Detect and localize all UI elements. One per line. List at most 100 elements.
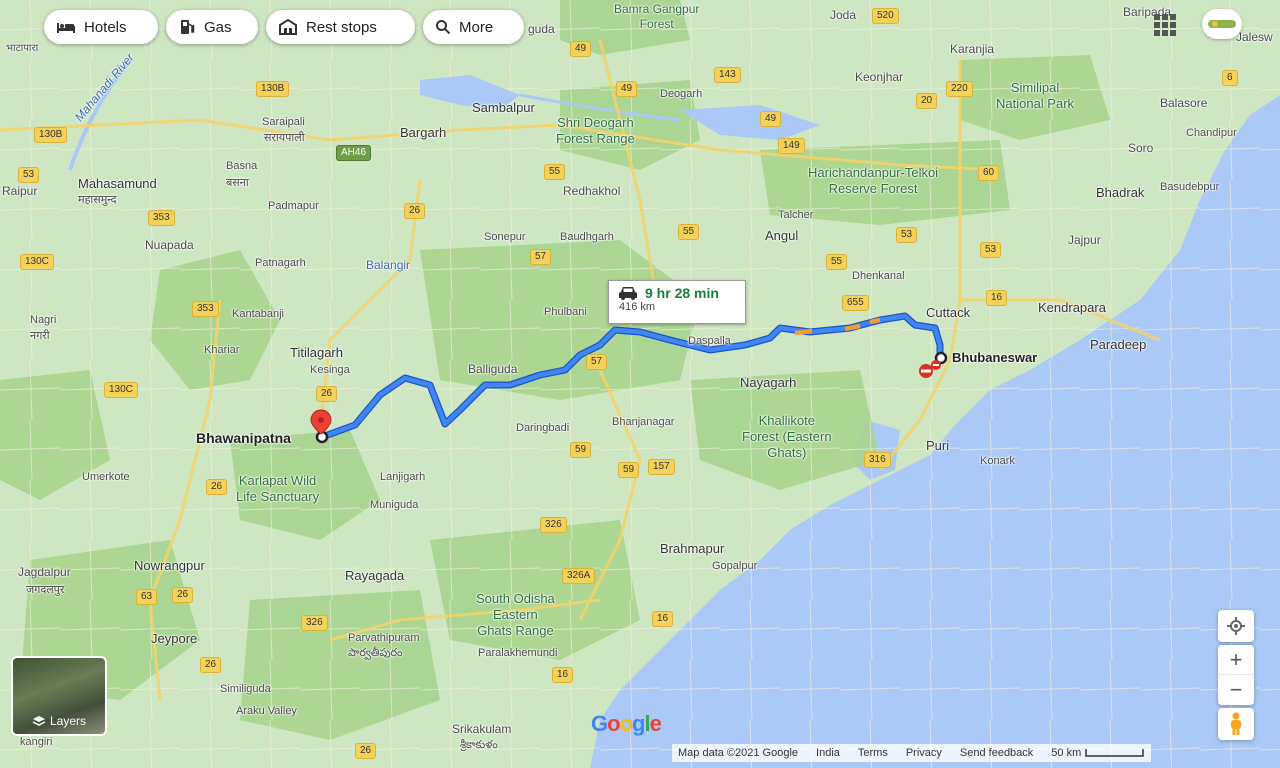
place-label: Nagri [30,314,57,326]
map-data-credit: Map data ©2021 Google [678,747,799,759]
road-shield: 49 [760,111,782,127]
place-label: Mahasamund [78,176,157,191]
place-label: महासमुन्द [78,194,117,206]
route-info-card[interactable]: 9 hr 28 min 416 km [608,280,746,324]
my-location-button[interactable] [1218,610,1254,642]
place-label: Sonepur [484,231,526,243]
road-shield: 53 [18,167,40,183]
place-label: Paradeep [1090,337,1147,352]
place-label: Sambalpur [472,100,535,115]
logo-letter: G [591,711,608,736]
google-logo: Google [591,711,662,737]
road-shield: 57 [530,249,552,265]
place-label: Kendrapara [1038,300,1106,315]
park-label: Similipal National Park [996,80,1075,111]
place-label: सरायपाली [264,132,305,144]
place-label: Puri [926,438,950,453]
place-label: Patnagarh [255,257,306,269]
account-avatar[interactable] [1202,9,1242,39]
scale-bar[interactable]: 50 km [1051,747,1145,759]
road-shield: 326 [301,615,328,631]
place-label: Bhanjanagar [612,416,675,428]
road-shield: 130B [34,127,68,143]
place-label: Titilagarh [290,345,343,360]
place-label: Konark [980,455,1015,467]
place-label: Baudhgarh [560,231,614,243]
hotels-chip[interactable]: Hotels [44,10,158,44]
road-shield: AH46 [336,145,372,161]
place-label: Joda [830,8,857,22]
attribution-bar: Map data ©2021 Google India Terms Privac… [672,744,1152,762]
place-label: Padmapur [268,200,319,212]
road-shield: 316 [864,452,891,468]
place-label: नगरी [30,330,50,342]
bed-icon [57,23,75,33]
origin-label: Bhawanipatna [196,430,291,446]
place-label: Paralakhemundi [478,647,558,659]
place-label: Saraipali [262,116,305,128]
road-shield: 55 [678,224,700,240]
more-chip[interactable]: More [423,10,524,44]
region-link[interactable]: India [816,747,840,759]
road-shield: 353 [192,301,219,317]
destination-label: Bhubaneswar [952,350,1038,365]
park-label: Khallikote Forest (Eastern Ghats) [742,413,832,460]
gas-chip[interactable]: Gas [166,10,258,44]
place-label: Balliguda [468,362,518,376]
road-shield: 26 [200,657,222,673]
road-shield: 26 [355,743,377,759]
road-shield: 130C [104,382,138,398]
park-label: South Odisha Eastern Ghats Range [476,591,555,638]
layers-label: Layers [13,714,105,728]
place-label: పార్వతీపురం [348,647,403,659]
zoom-out-button[interactable]: − [1218,675,1254,705]
place-label: Daspalla [688,335,731,347]
road-shield: 157 [648,459,675,475]
street-view-button[interactable] [1218,708,1254,740]
apps-grid-icon[interactable] [1154,14,1176,36]
zoom-in-button[interactable]: + [1218,645,1254,675]
place-label: Kesinga [310,364,350,376]
place-label: Talcher [778,209,814,221]
road-shield: 53 [896,227,918,243]
road-shield: 16 [986,290,1008,306]
place-label: Basudebpur [1160,181,1220,193]
place-label: Bhadrak [1096,185,1145,200]
rest-stops-chip[interactable]: Rest stops [266,10,415,44]
place-label: Khariar [204,344,240,356]
place-label: Karanjia [950,42,995,56]
place-label: Deogarh [660,88,703,100]
place-label: Balasore [1160,96,1208,110]
road-shield: 6 [1222,70,1238,86]
send-feedback-link[interactable]: Send feedback [960,747,1033,759]
logo-letter: e [649,711,662,736]
terms-link[interactable]: Terms [858,747,888,759]
place-label: Balangir [366,258,411,272]
road-shield: 26 [172,587,194,603]
more-label: More [459,18,494,36]
road-shield: 130C [20,254,54,270]
logo-letter: o [619,711,633,736]
road-shield: 353 [148,210,175,226]
map-canvas[interactable] [0,0,1280,768]
road-shield: 63 [136,589,158,605]
road-shield: 520 [872,8,899,24]
logo-letter: o [607,711,620,736]
park-label: Harichandanpur-Telkoi Reserve Forest [808,165,939,196]
place-label: Redhakhol [563,184,621,198]
place-label: kangiri [20,736,53,748]
place-label: Bargarh [400,125,447,140]
road-shield: 326A [562,568,596,584]
privacy-link[interactable]: Privacy [906,747,942,759]
place-label: Cuttack [926,305,971,320]
road-shield: 55 [826,254,848,270]
scale-bar-line [1085,749,1145,757]
layers-button[interactable]: Layers [11,656,107,736]
road-shield: 59 [618,462,640,478]
park-label: Karlapat Wild Life Sanctuary [236,473,320,504]
place-label: भाटापारा [6,43,39,54]
rest-stops-label: Rest stops [306,18,377,36]
place-label: Basna [226,160,258,172]
road-shield: 143 [714,67,741,83]
road-shield: 16 [652,611,674,627]
